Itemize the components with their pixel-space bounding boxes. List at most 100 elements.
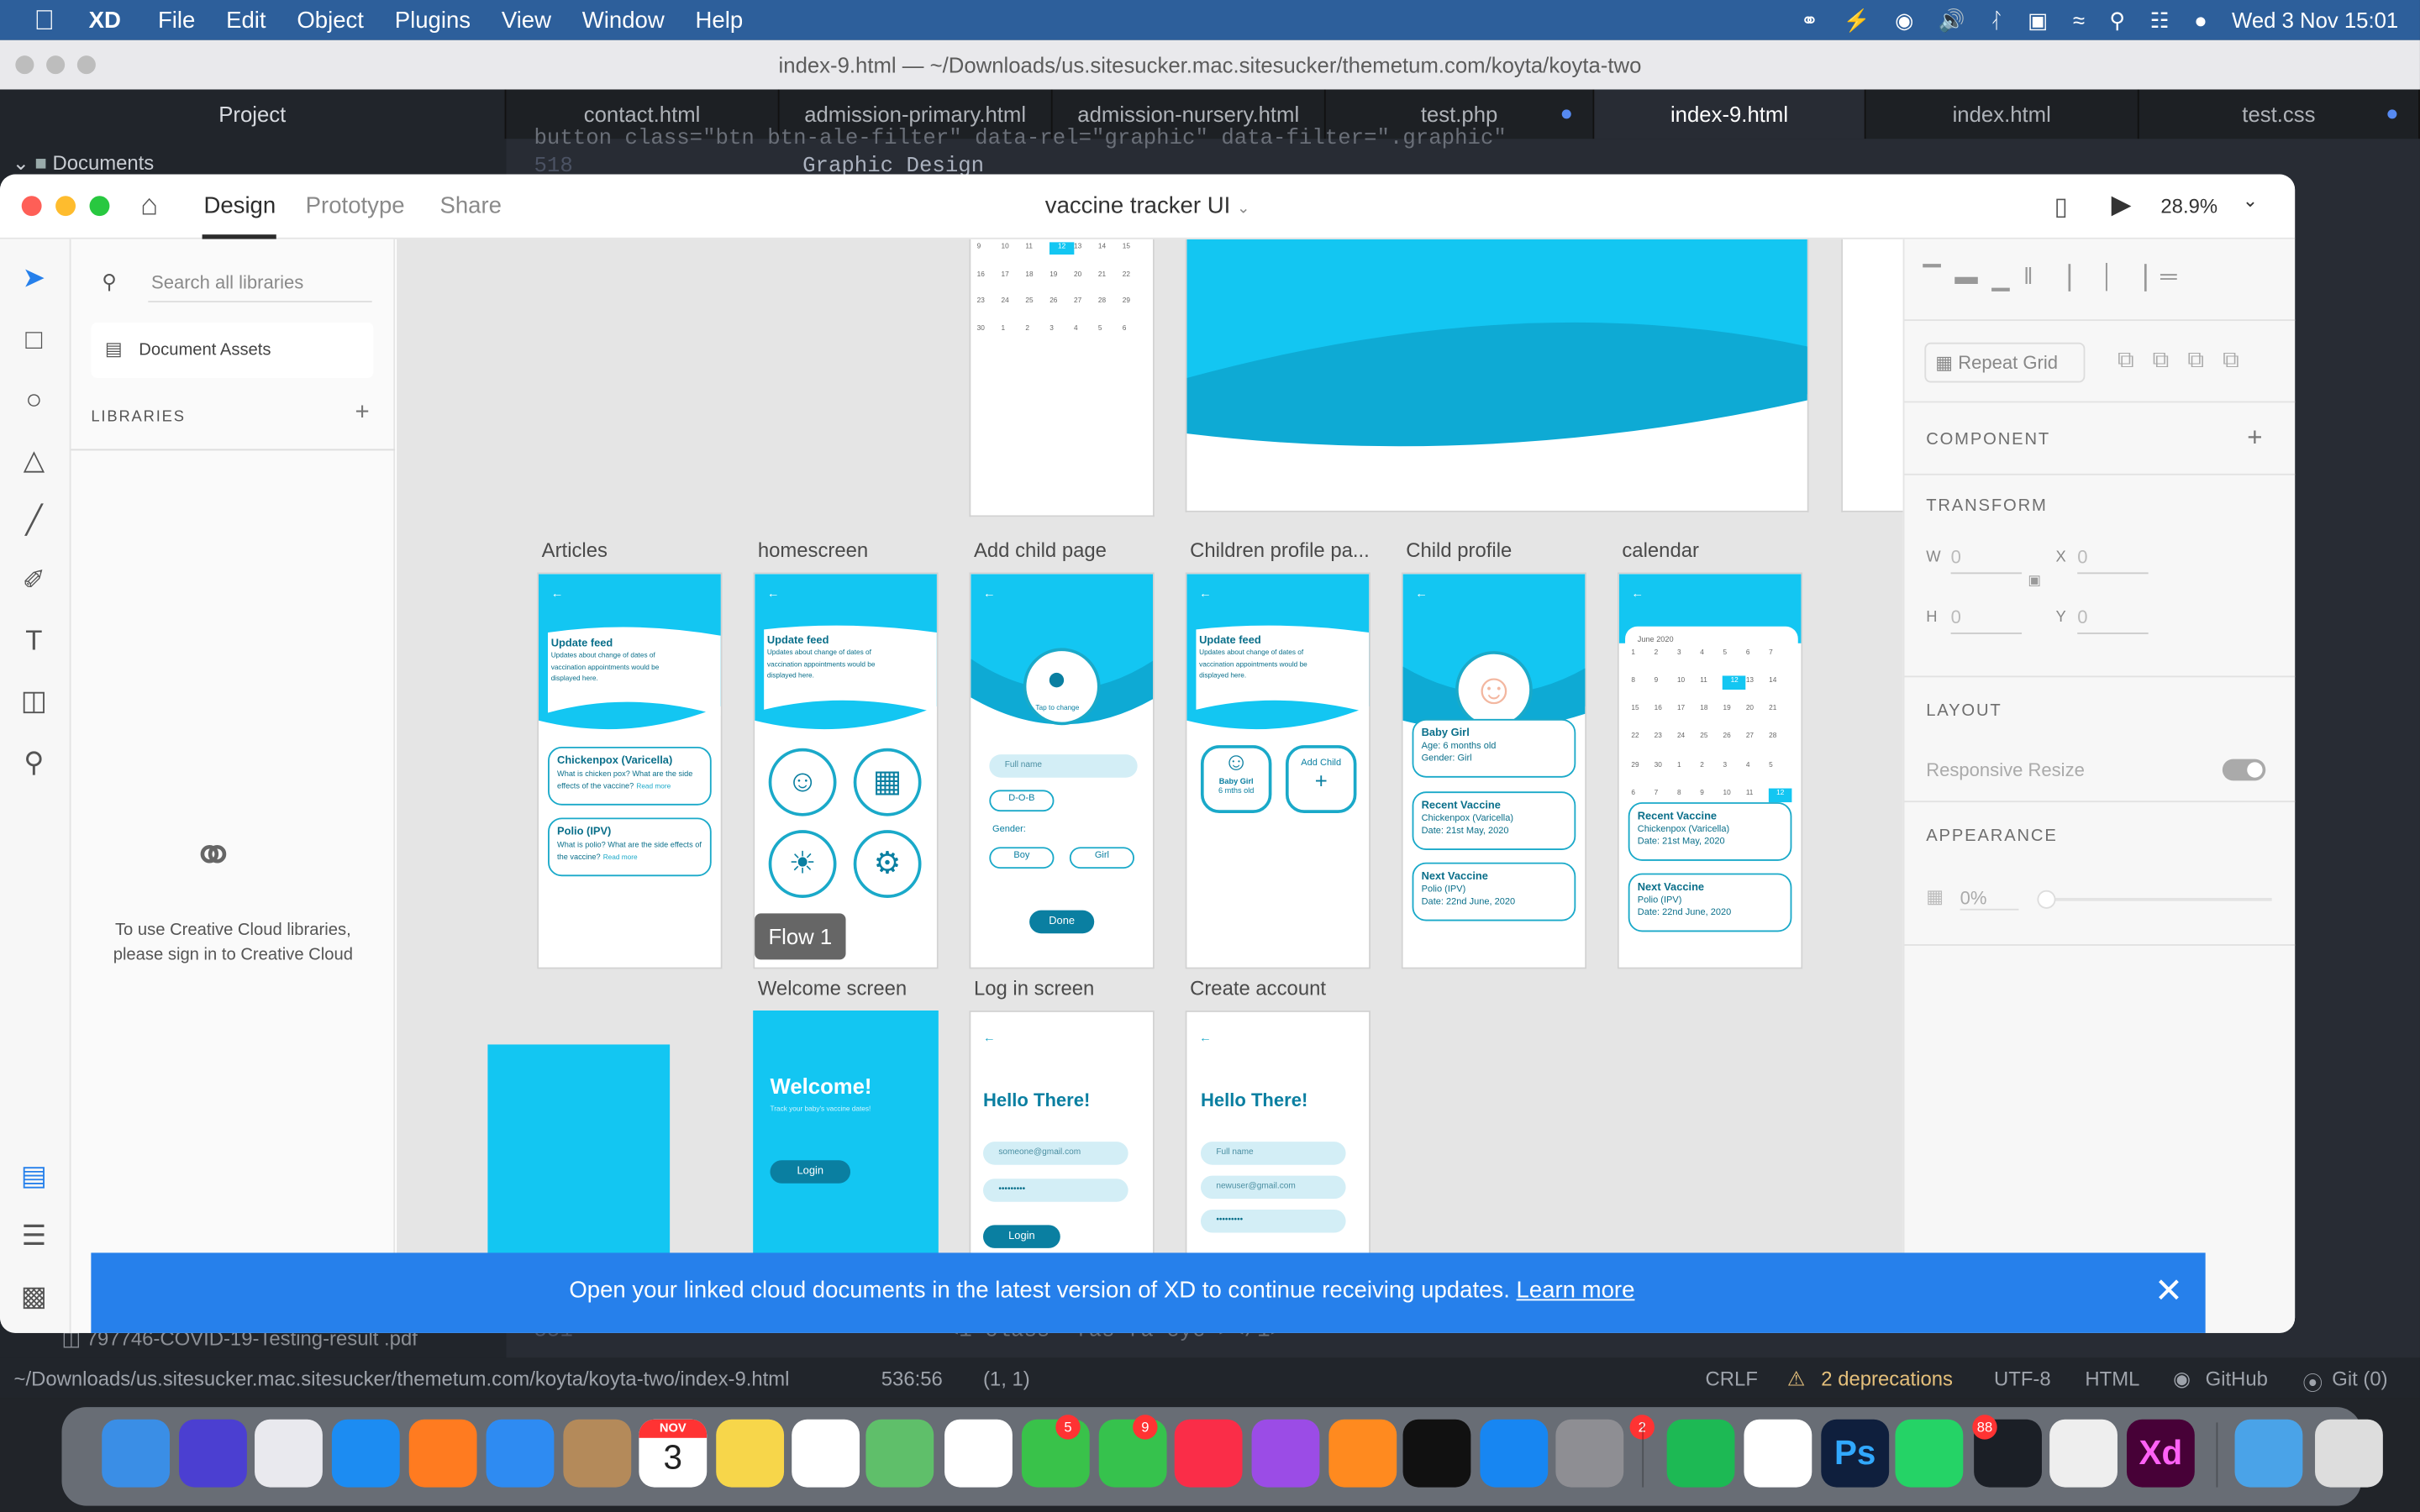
align-top-icon[interactable]: ▔ [1923,264,1941,295]
boy-button[interactable]: Boy [989,847,1055,869]
baby-avatar-icon[interactable]: ☺ [1455,651,1533,728]
welcome-artboard[interactable]: Welcome! Track your baby's vaccine dates… [753,1011,939,1273]
repeat-grid-button[interactable]: ▦ Repeat Grid [1924,342,2086,383]
menu-plugins[interactable]: Plugins [395,7,471,33]
zoom-tool-icon[interactable]: ⚲ [17,745,50,779]
lock-icon[interactable]: ▣ [2028,572,2041,589]
calendar-day[interactable]: 3 [1723,760,1746,774]
blue-rectangle[interactable] [487,1044,671,1276]
artboard-label-child-profile[interactable]: Child profile [1406,538,1512,562]
distribute-horizontal-icon[interactable]: ═ [2160,264,2177,295]
article-card-chickenpox[interactable]: Chickenpox (Varicella) What is chicken po… [548,746,712,806]
calendar-day[interactable]: 19 [1050,270,1074,281]
volume-icon[interactable]: 🔊 [1939,7,1965,33]
next-vaccine-card[interactable]: Next Vaccine Polio (IPV) Date: 22nd June, … [1628,873,1792,932]
opacity-field[interactable]: 0% [1960,887,2019,911]
calendar-day[interactable]: 6 [1746,648,1769,662]
downloads-folder-icon[interactable] [2234,1419,2303,1488]
calendar-day[interactable]: 23 [977,297,1002,308]
artboard-label-add-child[interactable]: Add child page [974,538,1107,562]
create-account-artboard[interactable]: ← Hello There! Full name newuser@gmail.c… [1185,1011,1370,1273]
back-arrow-icon[interactable]: ← [1199,586,1212,601]
back-arrow-icon[interactable]: ← [983,1031,996,1045]
back-arrow-icon[interactable]: ← [983,586,996,601]
article-card-polio[interactable]: Polio (IPV) What is polio? What are the s… [548,817,712,877]
calendar-day[interactable]: 12 [1050,242,1075,255]
zoom-button[interactable] [76,55,96,75]
calendar-artboard[interactable]: ← June 2020 1 2 3 4 5 6 7 8 9 10 11 12 13 14 15 16 17 18 1… [1617,572,1803,969]
distribute-vertical-icon[interactable]: ‖ [2023,264,2033,295]
align-bottom-icon[interactable]: ▁ [1991,264,2009,295]
calendar-day[interactable]: 5 [1723,648,1746,662]
calendar-day[interactable]: 7 [1655,788,1677,802]
email-field[interactable]: newuser@gmail.com [1200,1175,1346,1200]
done-button[interactable]: Done [1029,910,1095,934]
calendar-day[interactable]: 18 [1700,704,1723,718]
recent-vaccine-card[interactable]: Recent Vaccine Chickenpox (Varicella) Date… [1628,802,1792,861]
children-profile-artboard[interactable]: ← Update feed Updates about change of dat… [1185,572,1370,969]
artboard-label-create-account[interactable]: Create account [1190,977,1326,1000]
calendar-day[interactable]: 10 [1677,676,1700,690]
line-tool-icon[interactable]: ╱ [17,503,50,537]
zoom-level[interactable]: 28.9% [2160,194,2217,218]
menu-file[interactable]: File [158,7,195,33]
library-search-input[interactable]: Search all libraries [151,271,303,293]
photos-icon[interactable] [944,1419,1013,1488]
music-icon[interactable] [1174,1419,1243,1488]
calendar-day[interactable]: 8 [1631,676,1654,690]
close-icon[interactable]: ✕ [2154,1271,2183,1311]
safari-icon[interactable] [331,1419,400,1488]
calendar-day[interactable]: 28 [1769,732,1791,746]
apple-tv-icon[interactable] [1402,1419,1471,1488]
calendar-day[interactable]: 2 [1700,760,1723,774]
calendar-day[interactable]: 17 [1677,704,1700,718]
chevron-down-icon[interactable]: ⌄ [2243,190,2258,212]
x-field[interactable]: 0 [2077,546,2149,575]
calendar-day[interactable]: 17 [1001,270,1025,281]
calendar-day[interactable]: 15 [1123,242,1147,254]
align-right-icon[interactable]: ▕ [2128,264,2146,295]
calendar-day[interactable]: 23 [1655,732,1677,746]
back-arrow-icon[interactable]: ← [767,586,780,601]
child-profile-artboard[interactable]: ← ☺ Baby Girl Age: 6 months old Gender: Gi… [1401,572,1587,969]
podcasts-icon[interactable] [1251,1419,1320,1488]
back-arrow-icon[interactable]: ← [1415,586,1428,601]
contacts-icon[interactable] [563,1419,632,1488]
device-preview-icon[interactable]: ▯ [2054,192,2068,223]
intersect-shape-icon[interactable]: ⧉ [2187,347,2204,373]
bolt-icon[interactable]: ⚡ [1844,7,1870,33]
calendar-day[interactable]: 26 [1050,297,1074,308]
girl-button[interactable]: Girl [1069,847,1134,869]
read-more-link[interactable]: Read more [636,781,671,789]
calendar-day[interactable]: 7 [1769,648,1791,662]
calendar-day[interactable]: 14 [1769,676,1791,690]
calendar-day[interactable]: 9 [977,242,1002,254]
learn-more-link[interactable]: Learn more [1517,1278,1635,1304]
status-file-path[interactable]: ~/Downloads/us.sitesucker.mac.sitesucker… [14,1367,790,1390]
calendar-day[interactable]: 1 [1631,648,1654,662]
pen-tool-icon[interactable]: ✐ [17,563,50,596]
close-button[interactable] [15,55,34,75]
add-library-icon[interactable]: + [355,400,369,428]
bluetooth-icon[interactable]: ᛮ [1990,8,2002,32]
calendar-day[interactable]: 3 [1050,323,1074,335]
add-shape-icon[interactable]: ⧉ [2118,347,2134,373]
grammarly-icon[interactable]: ◉ [1895,7,1913,33]
align-center-icon[interactable]: │ [2100,264,2114,295]
height-field[interactable]: 0 [1950,606,2023,634]
calendar-day[interactable]: 24 [1677,732,1700,746]
calendar-day[interactable]: 4 [1074,323,1098,335]
menu-help[interactable]: Help [696,7,744,33]
welcome-background-artboard[interactable] [1185,239,1809,512]
calendar-day[interactable]: 8 [1677,788,1700,802]
calendar-day[interactable]: 11 [1025,242,1050,254]
clock[interactable]: Wed 3 Nov 15:01 [2232,8,2398,32]
adobe-xd-icon[interactable]: Xd [2126,1419,2195,1488]
calendar-icon[interactable]: NOV 3 [639,1419,708,1488]
books-icon[interactable] [1328,1419,1397,1488]
calendar-icon[interactable]: ▦ [853,748,922,816]
mail-icon[interactable] [486,1419,555,1488]
baby-face-icon[interactable]: ☺ [768,748,837,816]
libraries-icon[interactable]: ▤ [17,1158,50,1192]
add-component-icon[interactable]: + [2247,423,2262,454]
